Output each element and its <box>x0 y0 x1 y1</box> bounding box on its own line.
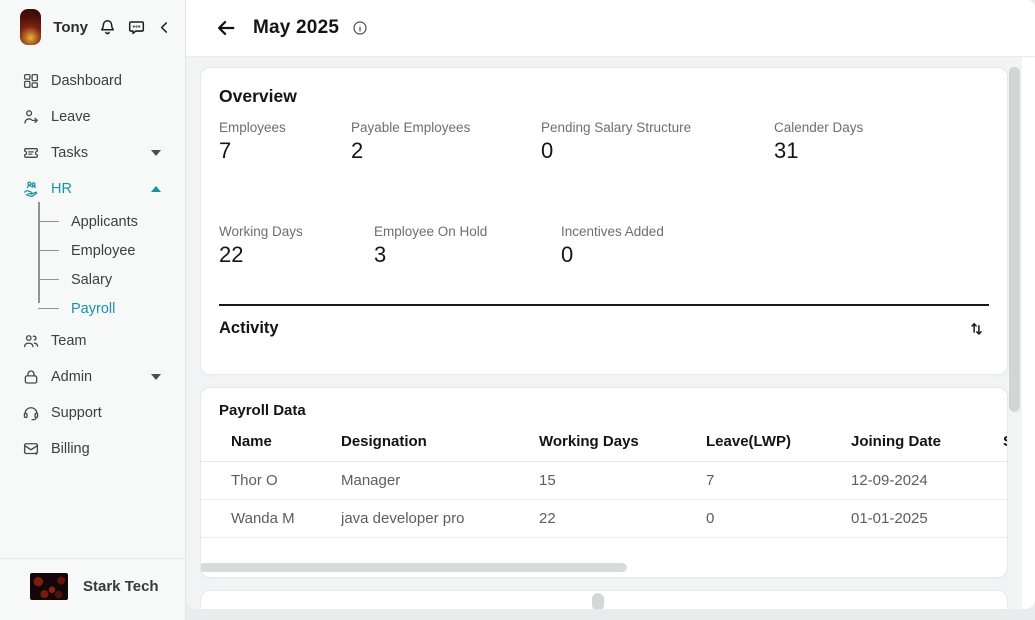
sidebar-item-leave[interactable]: Leave <box>0 99 185 135</box>
dashboard-icon <box>22 72 40 90</box>
leave-icon <box>22 108 40 126</box>
stat-working-days: Working Days 22 <box>219 224 374 268</box>
cell-joining-date: 01-01-2025 <box>851 500 1003 538</box>
chat-icon[interactable] <box>127 18 146 37</box>
stats-row-2: Working Days 22 Employee On Hold 3 Incen… <box>219 224 989 268</box>
vertical-scrollbar-thumb[interactable] <box>1009 67 1020 412</box>
sidebar-item-payroll[interactable]: Payroll <box>38 294 185 323</box>
sidebar: Tony <box>0 0 186 620</box>
column-header-working-days: Working Days <box>539 428 706 462</box>
payroll-card: Payroll Data Name Designation Working Da… <box>200 387 1008 578</box>
section-divider <box>219 304 989 306</box>
page-header: May 2025 <box>186 0 1035 57</box>
tasks-icon <box>22 144 40 162</box>
column-header-joining-date: Joining Date <box>851 428 1003 462</box>
sidebar-item-label: HR <box>51 181 72 197</box>
sidebar-header: Tony <box>0 0 185 49</box>
sidebar-item-label: Billing <box>51 441 90 457</box>
stat-employees: Employees 7 <box>219 120 351 164</box>
info-icon[interactable] <box>352 20 368 36</box>
stat-employee-on-hold: Employee On Hold 3 <box>374 224 561 268</box>
sidebar-nav: Dashboard Leave <box>0 49 185 467</box>
sidebar-item-admin[interactable]: Admin <box>0 359 185 395</box>
cell-clipped <box>1003 500 1007 538</box>
activity-title: Activity <box>219 319 279 338</box>
cell-working-days: 22 <box>539 500 706 538</box>
page-title: May 2025 <box>253 17 339 39</box>
hr-icon <box>22 180 40 198</box>
overview-card: Overview Employees 7 Payable Employees 2… <box>200 67 1008 375</box>
sidebar-item-employee[interactable]: Employee <box>38 236 185 265</box>
sidebar-item-label: Tasks <box>51 145 88 161</box>
activity-section: Activity <box>219 319 989 338</box>
sidebar-item-label: Employee <box>71 243 135 259</box>
cell-clipped <box>1003 462 1007 500</box>
sidebar-item-team[interactable]: Team <box>0 323 185 359</box>
user-name: Tony <box>53 19 88 36</box>
collapse-sidebar-icon[interactable] <box>156 19 173 36</box>
payroll-data-title: Payroll Data <box>219 402 1007 419</box>
table-row: Thor O Manager 15 7 12-09-2024 <box>201 462 1007 500</box>
sidebar-item-label: Support <box>51 405 102 421</box>
main-area: May 2025 Overview Employees <box>186 0 1035 620</box>
stat-payable-employees: Payable Employees 2 <box>351 120 541 164</box>
org-logo <box>30 573 68 600</box>
sidebar-item-billing[interactable]: Billing <box>0 431 185 467</box>
partial-card-scrollbar-thumb[interactable] <box>592 593 604 609</box>
sidebar-item-applicants[interactable]: Applicants <box>38 207 185 236</box>
column-header-clipped: S <box>1003 428 1007 462</box>
horizontal-scrollbar-track[interactable] <box>201 563 1007 572</box>
sidebar-item-hr[interactable]: HR <box>0 171 185 207</box>
sidebar-item-label: Salary <box>71 272 112 288</box>
partial-bottom-card <box>200 590 1008 609</box>
team-icon <box>22 332 40 350</box>
cell-leave-lwp: 7 <box>706 462 851 500</box>
lock-icon <box>22 368 40 386</box>
headset-icon <box>22 404 40 422</box>
chevron-down-icon <box>151 374 161 380</box>
cell-joining-date: 12-09-2024 <box>851 462 1003 500</box>
sidebar-item-label: Applicants <box>71 214 138 230</box>
column-header-name: Name <box>201 428 341 462</box>
cell-name: Wanda M <box>201 500 341 538</box>
back-button[interactable] <box>215 17 237 39</box>
column-header-leave-lwp: Leave(LWP) <box>706 428 851 462</box>
envelope-icon <box>22 440 40 458</box>
sidebar-item-label: Dashboard <box>51 73 122 89</box>
sidebar-item-salary[interactable]: Salary <box>38 265 185 294</box>
org-name: Stark Tech <box>83 578 159 595</box>
notification-bell-icon[interactable] <box>98 18 117 37</box>
table-row: Wanda M java developer pro 22 0 01-01-20… <box>201 500 1007 538</box>
table-header-row: Name Designation Working Days Leave(LWP)… <box>201 428 1007 462</box>
app-window: Tony <box>0 0 1035 620</box>
hr-subtree: Applicants Employee Salary Payroll <box>38 207 185 323</box>
stat-incentives-added: Incentives Added 0 <box>561 224 989 268</box>
cell-name: Thor O <box>201 462 341 500</box>
chevron-down-icon <box>151 150 161 156</box>
overview-title: Overview <box>219 86 989 107</box>
sidebar-item-label: Payroll <box>71 301 115 317</box>
cell-designation: java developer pro <box>341 500 539 538</box>
cell-designation: Manager <box>341 462 539 500</box>
stat-pending-salary-structure: Pending Salary Structure 0 <box>541 120 774 164</box>
cell-working-days: 15 <box>539 462 706 500</box>
sort-icon[interactable] <box>967 319 986 338</box>
stats-row-1: Employees 7 Payable Employees 2 Pending … <box>219 120 989 164</box>
payroll-table: Name Designation Working Days Leave(LWP)… <box>201 428 1007 538</box>
sidebar-item-dashboard[interactable]: Dashboard <box>0 63 185 99</box>
sidebar-item-label: Admin <box>51 369 92 385</box>
sidebar-item-label: Leave <box>51 109 91 125</box>
sidebar-item-tasks[interactable]: Tasks <box>0 135 185 171</box>
sidebar-item-support[interactable]: Support <box>0 395 185 431</box>
main-surface: May 2025 Overview Employees <box>186 0 1035 609</box>
stat-calender-days: Calender Days 31 <box>774 120 989 164</box>
sidebar-footer: Stark Tech <box>0 558 185 620</box>
avatar[interactable] <box>20 9 41 45</box>
column-header-designation: Designation <box>341 428 539 462</box>
sidebar-item-label: Team <box>51 333 86 349</box>
cell-leave-lwp: 0 <box>706 500 851 538</box>
horizontal-scrollbar-thumb[interactable] <box>200 563 627 572</box>
content-area: Overview Employees 7 Payable Employees 2… <box>186 57 1022 609</box>
chevron-up-icon <box>151 186 161 192</box>
